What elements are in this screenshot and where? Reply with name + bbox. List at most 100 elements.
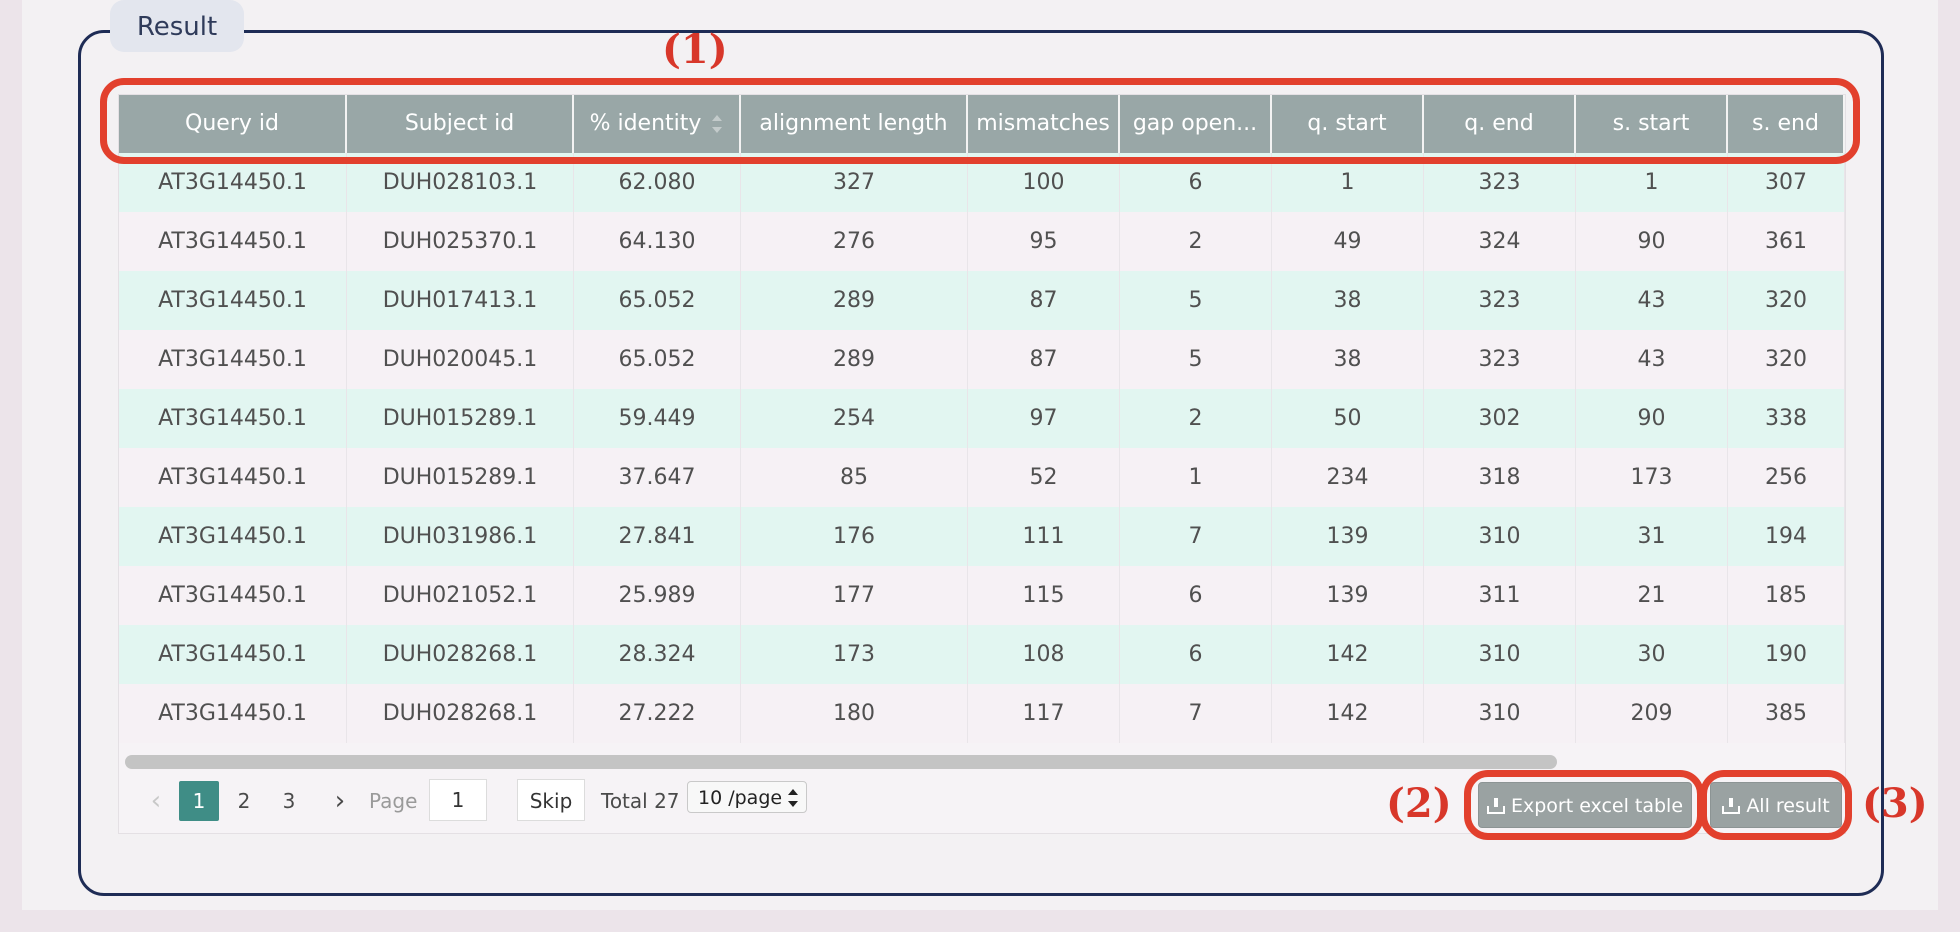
table-cell: 7	[1120, 684, 1272, 743]
table-cell: 95	[968, 212, 1120, 271]
table-cell: 108	[968, 625, 1120, 684]
table-cell: 139	[1272, 507, 1424, 566]
table-cell: AT3G14450.1	[119, 330, 347, 389]
table-row: AT3G14450.1 DUH021052.1 25.989 177 115 6 139 31…	[119, 566, 1845, 625]
table-cell: 173	[741, 625, 968, 684]
table-cell: 50	[1272, 389, 1424, 448]
table-cell: 59.449	[574, 389, 741, 448]
table-row: AT3G14450.1 DUH017413.1 65.052 289 87 5 38 323 4…	[119, 271, 1845, 330]
table-cell: 194	[1728, 507, 1845, 566]
table-cell: 31	[1576, 507, 1728, 566]
table-cell: DUH025370.1	[347, 212, 574, 271]
table-cell: DUH028268.1	[347, 625, 574, 684]
table-row: AT3G14450.1 DUH015289.1 37.647 85 52 1 234 318 1…	[119, 448, 1845, 507]
table-cell: 289	[741, 330, 968, 389]
table-cell: 234	[1272, 448, 1424, 507]
annotation-box-1	[100, 78, 1860, 164]
table-cell: 323	[1424, 330, 1576, 389]
table-cell: AT3G14450.1	[119, 271, 347, 330]
page-number-input[interactable]: 1	[429, 779, 487, 821]
table-cell: 289	[741, 271, 968, 330]
page-2-button[interactable]: 2	[224, 781, 264, 821]
table-cell: 65.052	[574, 330, 741, 389]
table-cell: DUH021052.1	[347, 566, 574, 625]
page-1-button[interactable]: 1	[179, 781, 219, 821]
result-table: Query id Subject id% identity alignment le…	[118, 94, 1846, 834]
table-cell: AT3G14450.1	[119, 507, 347, 566]
table-cell: 28.324	[574, 625, 741, 684]
table-cell: 180	[741, 684, 968, 743]
page-size-value: 10 /page	[698, 787, 783, 809]
table-cell: 117	[968, 684, 1120, 743]
table-cell: 310	[1424, 625, 1576, 684]
select-arrows-icon	[788, 789, 798, 807]
table-cell: 190	[1728, 625, 1845, 684]
table-cell: 310	[1424, 684, 1576, 743]
table-cell: 256	[1728, 448, 1845, 507]
table-cell: 25.989	[574, 566, 741, 625]
table-cell: 176	[741, 507, 968, 566]
table-cell: 30	[1576, 625, 1728, 684]
page-3-button[interactable]: 3	[269, 781, 309, 821]
table-cell: 302	[1424, 389, 1576, 448]
table-cell: 85	[741, 448, 968, 507]
table-cell: DUH015289.1	[347, 448, 574, 507]
table-cell: 185	[1728, 566, 1845, 625]
table-cell: 21	[1576, 566, 1728, 625]
table-cell: 87	[968, 330, 1120, 389]
table-cell: 2	[1120, 389, 1272, 448]
table-cell: AT3G14450.1	[119, 212, 347, 271]
table-cell: DUH015289.1	[347, 389, 574, 448]
table-cell: 111	[968, 507, 1120, 566]
table-cell: AT3G14450.1	[119, 625, 347, 684]
table-cell: 276	[741, 212, 968, 271]
table-cell: 90	[1576, 212, 1728, 271]
table-row: AT3G14450.1 DUH028268.1 28.324 173 108 6 142 31…	[119, 625, 1845, 684]
table-cell: 5	[1120, 330, 1272, 389]
table-cell: 254	[741, 389, 968, 448]
page-label: Page	[369, 789, 418, 813]
table-cell: 320	[1728, 271, 1845, 330]
chevron-right-icon[interactable]: ›	[323, 781, 357, 821]
table-cell: 320	[1728, 330, 1845, 389]
table-cell: 37.647	[574, 448, 741, 507]
skip-button[interactable]: Skip	[517, 779, 585, 821]
table-cell: DUH028268.1	[347, 684, 574, 743]
table-cell: DUH017413.1	[347, 271, 574, 330]
annotation-label-3: (3)	[1862, 780, 1928, 827]
table-row: AT3G14450.1 DUH015289.1 59.449 254 97 2 50 302 9…	[119, 389, 1845, 448]
annotation-label-1: (1)	[662, 26, 728, 73]
table-cell: AT3G14450.1	[119, 684, 347, 743]
table-cell: 310	[1424, 507, 1576, 566]
table-cell: 311	[1424, 566, 1576, 625]
table-cell: 43	[1576, 330, 1728, 389]
table-cell: 1	[1120, 448, 1272, 507]
table-cell: 64.130	[574, 212, 741, 271]
scrollbar-thumb[interactable]	[125, 755, 1557, 769]
table-cell: 177	[741, 566, 968, 625]
table-cell: 27.222	[574, 684, 741, 743]
annotation-box-2	[1464, 770, 1704, 840]
table-cell: 6	[1120, 566, 1272, 625]
table-cell: 142	[1272, 684, 1424, 743]
table-cell: 115	[968, 566, 1120, 625]
table-row: AT3G14450.1 DUH020045.1 65.052 289 87 5 38 323 4…	[119, 330, 1845, 389]
table-cell: 90	[1576, 389, 1728, 448]
table-row: AT3G14450.1 DUH028268.1 27.222 180 117 7 142 31…	[119, 684, 1845, 743]
table-cell: 209	[1576, 684, 1728, 743]
table-cell: 52	[968, 448, 1120, 507]
chevron-left-icon[interactable]: ‹	[139, 781, 173, 821]
table-row: AT3G14450.1 DUH025370.1 64.130 276 95 2 49 324 9…	[119, 212, 1845, 271]
table-cell: 38	[1272, 330, 1424, 389]
table-cell: 139	[1272, 566, 1424, 625]
table-cell: 65.052	[574, 271, 741, 330]
table-cell: 7	[1120, 507, 1272, 566]
page-size-select[interactable]: 10 /page	[687, 781, 807, 813]
table-cell: AT3G14450.1	[119, 448, 347, 507]
horizontal-scrollbar[interactable]	[119, 749, 1845, 771]
total-count: Total 27	[601, 789, 680, 813]
table-cell: 5	[1120, 271, 1272, 330]
table-cell: 173	[1576, 448, 1728, 507]
table-cell: 49	[1272, 212, 1424, 271]
table-cell: 38	[1272, 271, 1424, 330]
